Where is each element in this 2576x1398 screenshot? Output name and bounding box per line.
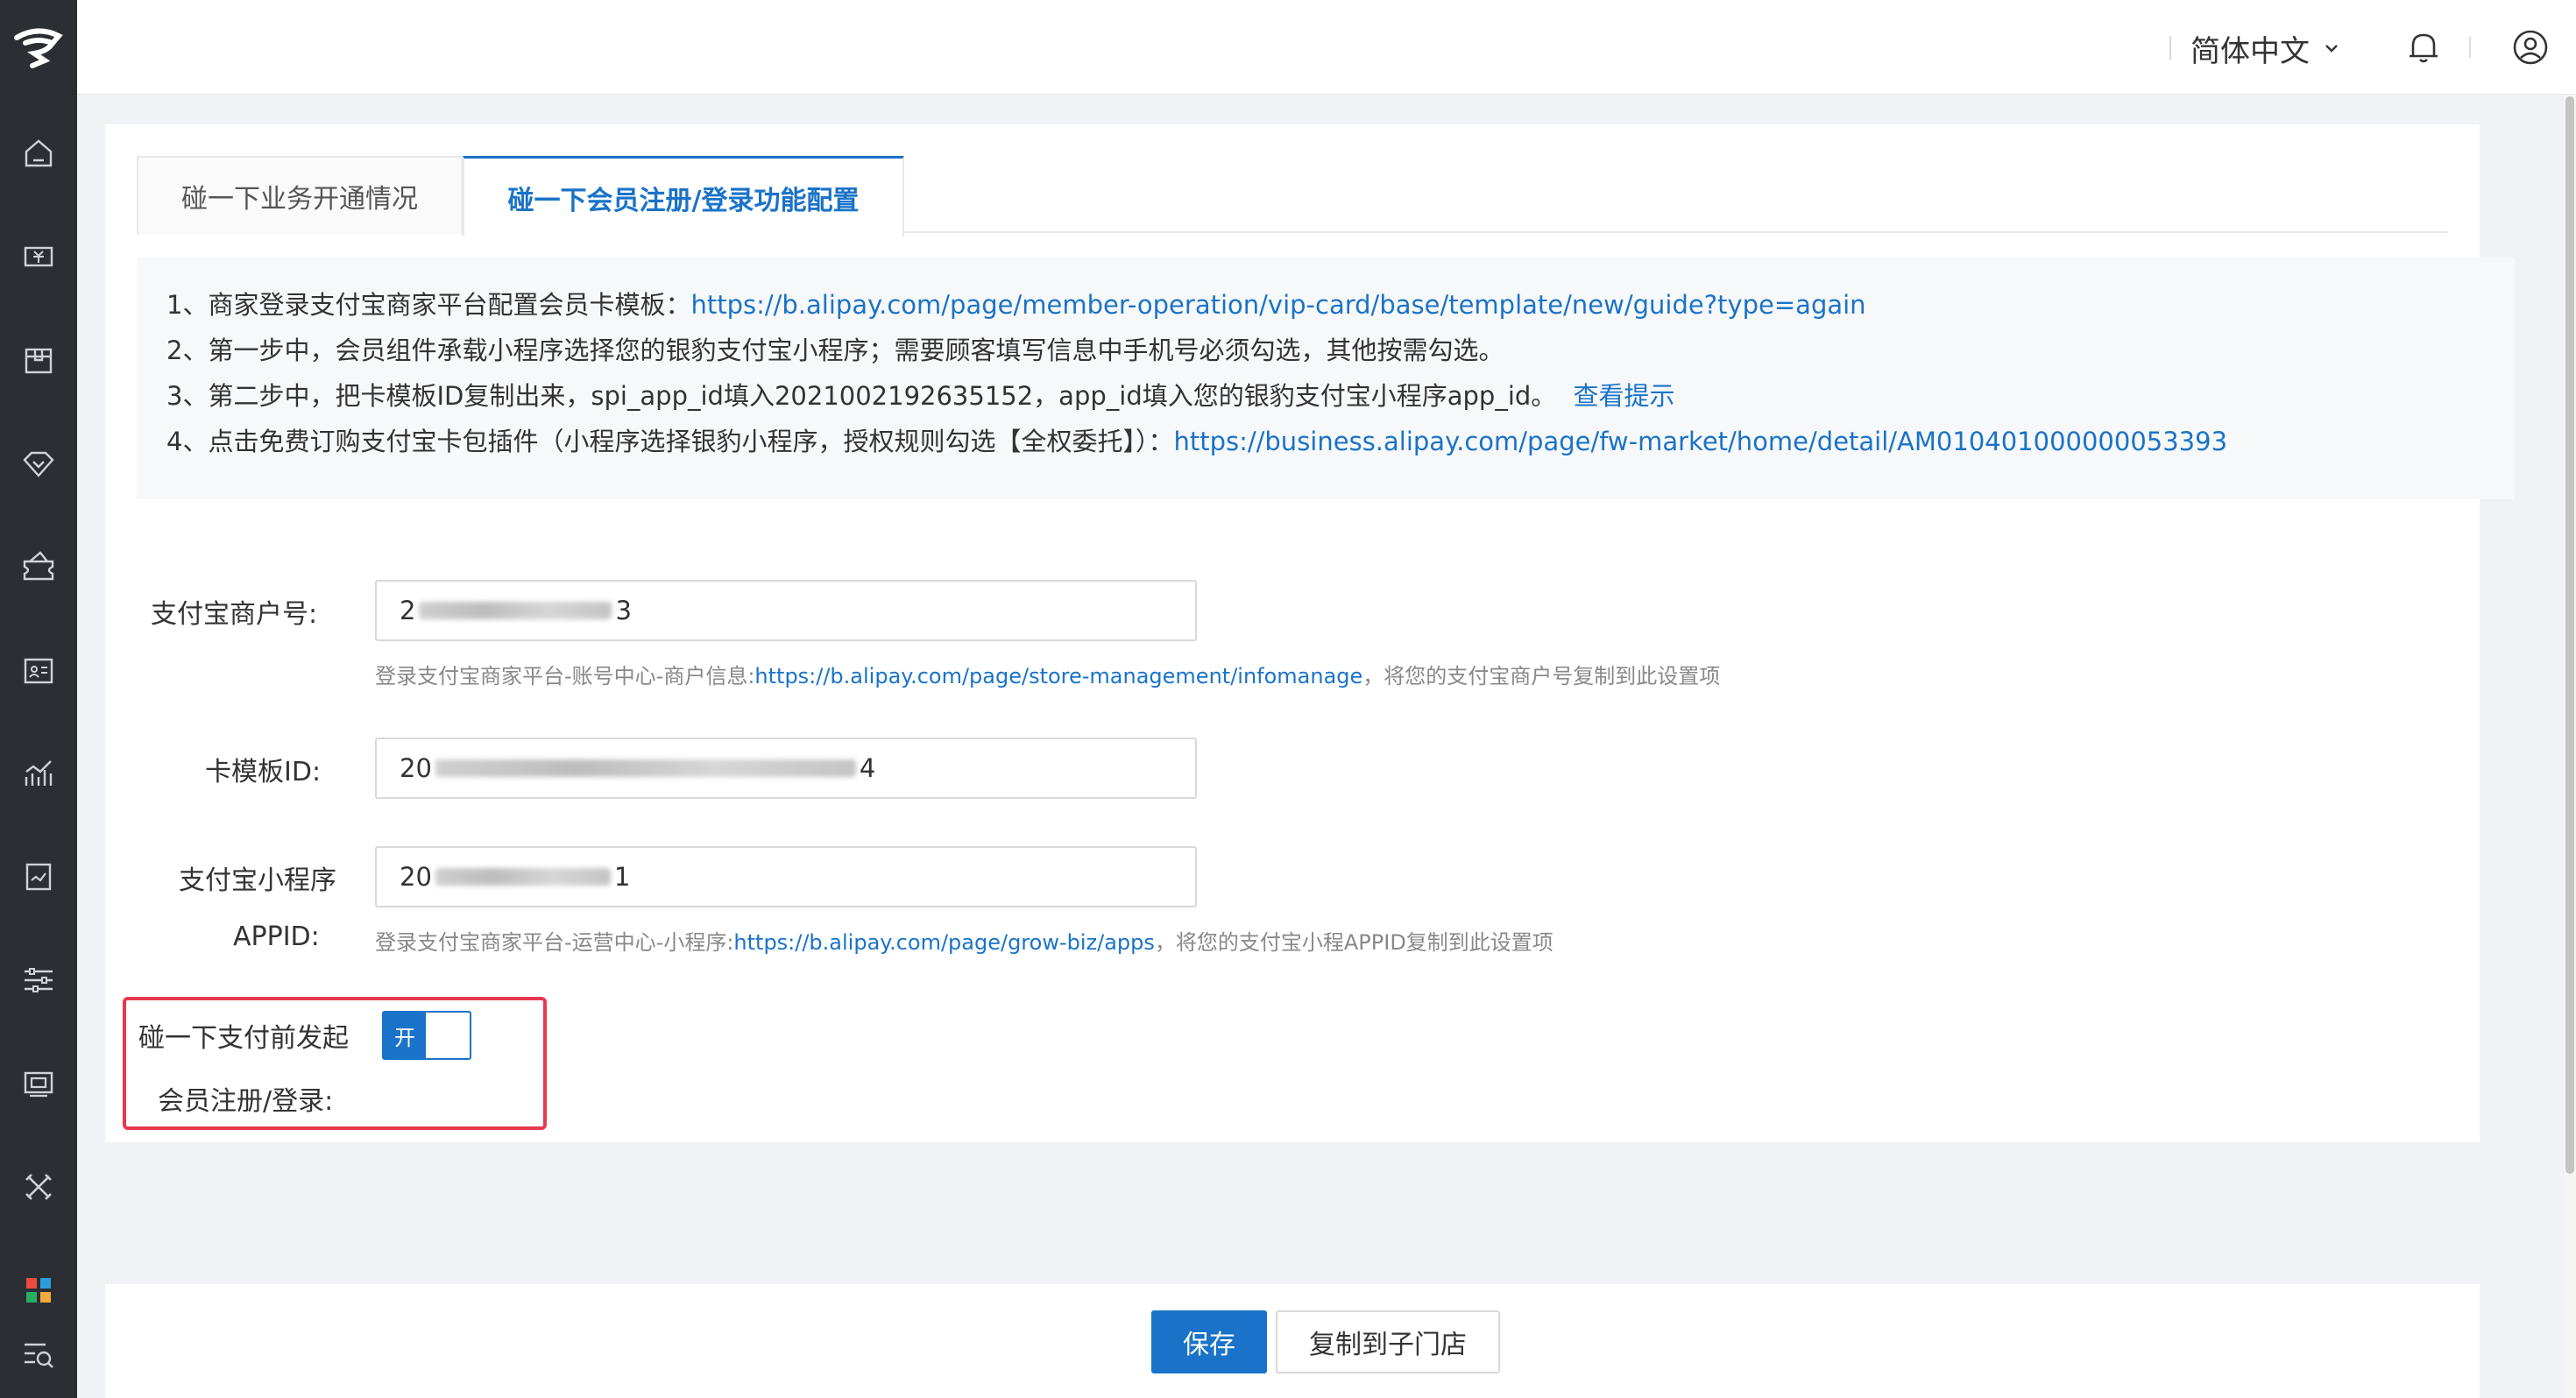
analytics-icon[interactable] <box>0 743 77 804</box>
merchant-id-suffix: 3 <box>615 596 632 625</box>
language-label: 简体中文 <box>2190 33 2310 69</box>
cashier-icon[interactable] <box>0 226 77 287</box>
home-icon[interactable] <box>0 123 77 184</box>
appid-hint-text: 登录支付宝商家平台-运营中心-小程序: <box>375 930 734 955</box>
appid-hint-suffix: ，将您的支付宝小程APPID复制到此设置项 <box>1154 930 1553 955</box>
scrollbar-thumb[interactable] <box>2565 96 2574 1174</box>
instruction-notes: 1、商家登录支付宝商家平台配置会员卡模板：https://b.alipay.co… <box>137 258 2515 499</box>
note-2: 2、第一步中，会员组件承载小程序选择您的银豹支付宝小程序；需要顾客填写信息中手机… <box>166 335 1504 365</box>
language-selector[interactable]: 简体中文 <box>2169 26 2339 70</box>
divider <box>2169 36 2171 60</box>
note-3: 3、第二步中，把卡模板ID复制出来，spi_app_id填入2021002192… <box>166 373 2485 419</box>
tab-bar: 碰一下业务开通情况 碰一下会员注册/登录功能配置 <box>137 156 2448 237</box>
tab-member-config[interactable]: 碰一下会员注册/登录功能配置 <box>463 156 904 237</box>
toggle-on-label: 开 <box>384 1013 426 1058</box>
template-id-prefix: 20 <box>400 753 432 783</box>
report-icon[interactable] <box>0 846 77 907</box>
search-list-icon[interactable] <box>0 1323 77 1384</box>
template-id-label: 卡模板ID: <box>205 757 322 787</box>
chevron-down-icon <box>2325 45 2338 53</box>
merchant-id-input[interactable]: 23 <box>375 580 1197 641</box>
toggle-label-line1: 碰一下支付前发起 <box>138 1023 349 1054</box>
vip-card-template-link[interactable]: https://b.alipay.com/page/member-operati… <box>690 290 1865 320</box>
merchant-hint-text: 登录支付宝商家平台-账号中心-商户信息: <box>375 664 755 688</box>
appid-suffix: 1 <box>613 862 631 892</box>
settings-sliders-icon[interactable] <box>0 950 77 1011</box>
copy-to-substore-button[interactable]: 复制到子门店 <box>1276 1310 1500 1373</box>
redacted-mask <box>419 602 612 619</box>
merchant-id-label: 支付宝商户号: <box>151 599 318 630</box>
note-1: 1、商家登录支付宝商家平台配置会员卡模板：https://b.alipay.co… <box>166 282 2485 328</box>
note-4: 4、点击免费订购支付宝卡包插件（小程序选择银豹小程序，授权规则勾选【全权委托】）… <box>166 419 2485 464</box>
member-login-toggle[interactable]: 开 <box>382 1011 471 1060</box>
view-tip-link[interactable]: 查看提示 <box>1574 381 1675 411</box>
appid-label-line2: APPID: <box>233 921 320 952</box>
coupon-icon[interactable] <box>0 536 77 597</box>
goods-icon[interactable] <box>0 329 77 391</box>
appid-input[interactable]: 20 1 <box>375 846 1197 907</box>
merchant-hint-suffix: ，将您的支付宝商户号复制到此设置项 <box>1362 664 1721 688</box>
vip-diamond-icon[interactable] <box>0 433 77 494</box>
appid-hint: 登录支付宝商家平台-运营中心-小程序:https://b.alipay.com/… <box>375 925 1553 956</box>
toggle-label-line2: 会员注册/登录: <box>158 1086 334 1117</box>
save-button[interactable]: 保存 <box>1151 1310 1267 1373</box>
device-icon[interactable] <box>0 1053 77 1114</box>
top-bar: 简体中文 <box>77 0 2576 95</box>
user-icon[interactable] <box>2511 28 2550 67</box>
note-4-text: 4、点击免费订购支付宝卡包插件（小程序选择银豹小程序，授权规则勾选【全权委托】）… <box>166 427 1174 456</box>
note-3-text: 3、第二步中，把卡模板ID复制出来，spi_app_id填入2021002192… <box>166 381 1557 411</box>
note-1-text: 1、商家登录支付宝商家平台配置会员卡模板： <box>166 290 691 320</box>
card-plugin-link[interactable]: https://business.alipay.com/page/fw-mark… <box>1173 427 2227 456</box>
tab-business-status[interactable]: 碰一下业务开通情况 <box>137 156 463 235</box>
appid-label-line1: 支付宝小程序 <box>179 865 336 896</box>
tools-icon[interactable] <box>0 1156 77 1218</box>
sidebar <box>0 0 77 1398</box>
merchant-id-prefix: 2 <box>400 596 416 625</box>
divider <box>2469 37 2471 58</box>
appid-prefix: 20 <box>400 862 432 892</box>
mini-program-link[interactable]: https://b.alipay.com/page/grow-biz/apps <box>733 930 1154 955</box>
bell-icon[interactable] <box>2404 28 2443 67</box>
merchant-info-link[interactable]: https://b.alipay.com/page/store-manageme… <box>754 664 1362 688</box>
redacted-mask <box>435 868 611 886</box>
merchant-id-hint: 登录支付宝商家平台-账号中心-商户信息:https://b.alipay.com… <box>375 659 1720 689</box>
redacted-mask <box>435 759 856 777</box>
logo-icon[interactable] <box>0 0 77 95</box>
template-id-input[interactable]: 20 4 <box>375 738 1197 799</box>
apps-grid-icon[interactable] <box>0 1260 77 1321</box>
template-id-suffix: 4 <box>859 753 876 783</box>
member-card-icon[interactable] <box>0 639 77 701</box>
